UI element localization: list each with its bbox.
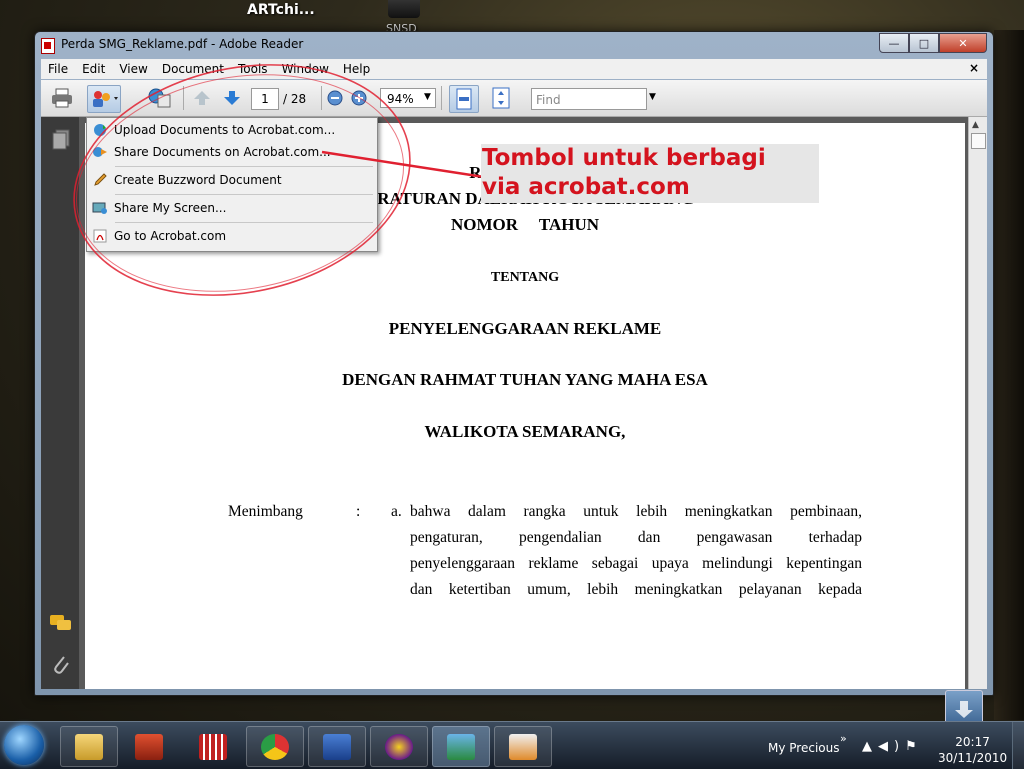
taskbar-grid-app[interactable] [184, 726, 242, 767]
taskbar-book-app[interactable] [120, 726, 178, 767]
clock-time: 20:17 [955, 735, 990, 749]
grid-app-icon [199, 733, 227, 760]
chrome-icon [261, 733, 289, 760]
tray-user-label[interactable]: My Precious [768, 741, 839, 755]
taskbar-icon-editor[interactable] [494, 726, 552, 767]
taskbar-photo-viewer[interactable] [432, 726, 490, 767]
taskbar-explorer[interactable] [60, 726, 118, 767]
start-button[interactable] [4, 725, 44, 765]
show-hidden-icons-icon[interactable]: ▲ [862, 739, 878, 754]
tray-system-icons: ▲◀)⚑ [862, 739, 923, 754]
taskbar: My Precious » ▲◀)⚑ 20:17 30/11/2010 [0, 721, 1024, 769]
annotation-overlay [73, 64, 485, 296]
book-icon [135, 733, 163, 760]
tray-expand-chevron[interactable]: » [840, 732, 847, 745]
taskbar-chrome[interactable] [246, 726, 304, 767]
clock-date: 30/11/2010 [938, 751, 1008, 765]
yahoo-messenger-icon [385, 733, 413, 760]
taskbar-word[interactable] [308, 726, 366, 767]
folder-icon [75, 733, 103, 760]
photo-icon [447, 733, 475, 760]
word-icon [323, 733, 351, 760]
show-desktop-button[interactable] [1012, 722, 1024, 769]
speaker-icon[interactable]: ◀) [878, 739, 905, 754]
ico-file-icon [509, 733, 537, 760]
arrow-down-icon [955, 701, 973, 718]
annotation-callout: Tombol untuk berbagi via acrobat.com [481, 144, 819, 203]
system-clock[interactable]: 20:17 30/11/2010 [938, 734, 1007, 766]
annotation-line: via acrobat.com [482, 174, 690, 200]
annotation-circle [73, 64, 411, 296]
taskbar-yahoo-messenger[interactable] [370, 726, 428, 767]
flag-icon[interactable]: ⚑ [905, 739, 923, 754]
annotation-line: Tombol untuk berbagi [482, 145, 766, 171]
